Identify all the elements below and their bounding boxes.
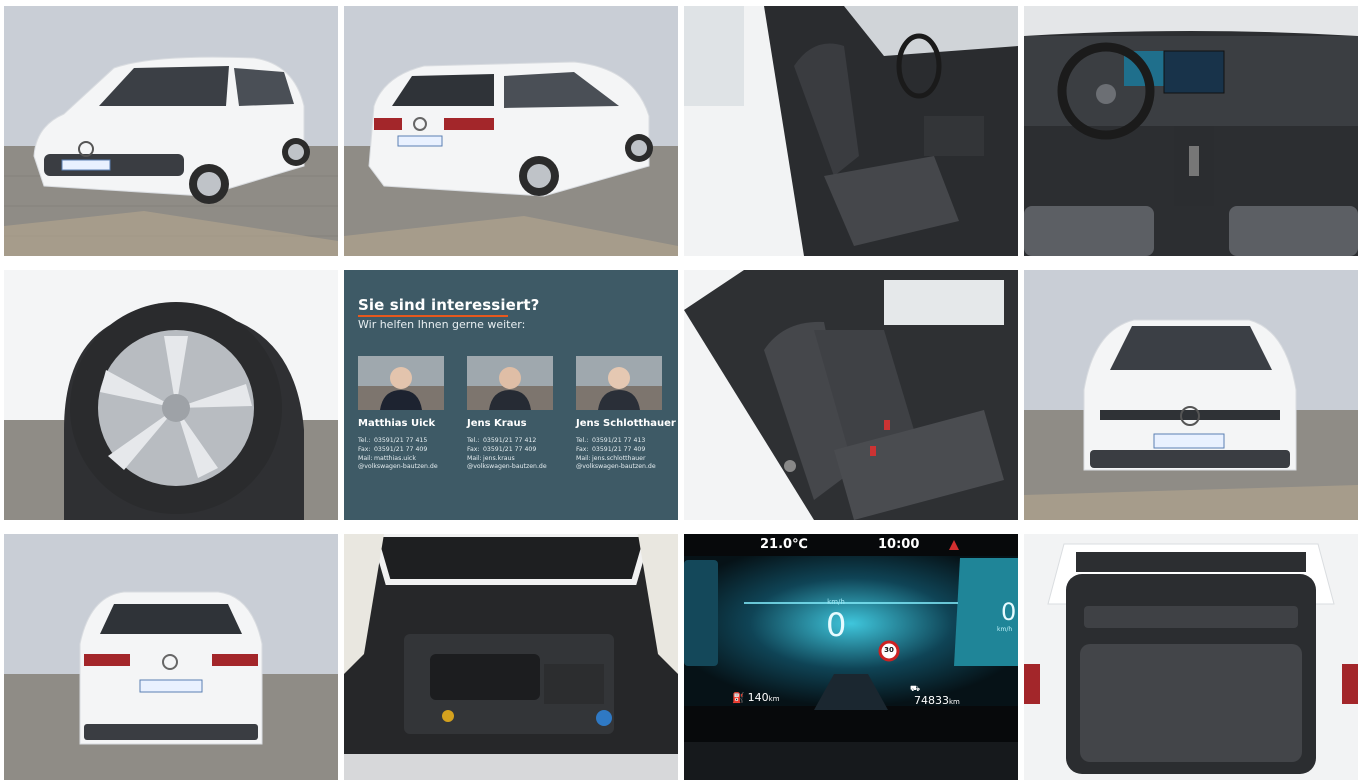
gallery-photo-front-three-quarter[interactable] xyxy=(4,6,338,256)
person-fax: 03591/21 77 409 xyxy=(374,445,428,453)
person-fax: 03591/21 77 409 xyxy=(592,445,646,453)
gallery-photo-front-view[interactable] xyxy=(1024,270,1358,520)
rear-seats-image xyxy=(684,270,1018,520)
person-contact-details: Tel.: 03591/21 77 412 Fax: 03591/21 77 409… xyxy=(467,437,563,472)
contact-card-subheading: Wir helfen Ihnen gerne weiter: xyxy=(358,318,526,331)
person-name: Matthias Uick xyxy=(358,418,436,429)
person-contact-details: Tel.: 03591/21 77 415 Fax: 03591/21 77 409… xyxy=(358,437,454,472)
wheel-rim-image xyxy=(4,270,338,520)
gallery-photo-driver-seat[interactable] xyxy=(684,6,1018,256)
digital-cockpit-image xyxy=(684,534,1018,780)
engine-bay-image xyxy=(344,534,678,780)
gallery-photo-rear-view[interactable] xyxy=(4,534,338,780)
contact-card-heading: Sie sind interessiert? xyxy=(358,296,540,314)
person-avatar-icon xyxy=(576,356,662,410)
gallery-photo-wheel[interactable] xyxy=(4,270,338,520)
contact-person: Matthias Uick Tel.: 03591/21 77 415 Fax: 0… xyxy=(358,356,454,472)
person-email[interactable]: matthias.uick xyxy=(374,455,416,462)
driver-seat-image xyxy=(684,6,1018,256)
trunk-image xyxy=(1024,534,1358,780)
person-email-domain[interactable]: @volkswagen-bautzen.de xyxy=(576,463,672,472)
car-rear-three-quarter-image xyxy=(344,6,678,256)
person-phone[interactable]: 03591/21 77 413 xyxy=(592,437,645,444)
person-phone[interactable]: 03591/21 77 415 xyxy=(374,437,427,444)
car-front-view-image xyxy=(1024,270,1358,520)
car-front-three-quarter-image xyxy=(4,6,338,256)
photo-gallery: Sie sind interessiert? Wir helfen Ihnen … xyxy=(0,0,1365,780)
gallery-photo-digital-cockpit[interactable] xyxy=(684,534,1018,780)
person-fax: 03591/21 77 409 xyxy=(483,445,537,453)
car-rear-view-image xyxy=(4,534,338,780)
person-phone[interactable]: 03591/21 77 412 xyxy=(483,437,536,444)
dashboard-interior-image xyxy=(1024,6,1358,256)
contact-card: Sie sind interessiert? Wir helfen Ihnen … xyxy=(344,270,678,520)
person-email-domain[interactable]: @volkswagen-bautzen.de xyxy=(467,463,563,472)
person-email[interactable]: jens.kraus xyxy=(483,455,515,462)
person-contact-details: Tel.: 03591/21 77 413 Fax: 03591/21 77 409… xyxy=(576,437,672,472)
gallery-photo-rear-three-quarter[interactable] xyxy=(344,6,678,256)
person-photo xyxy=(358,356,444,410)
gallery-photo-dashboard[interactable] xyxy=(1024,6,1358,256)
person-name: Jens Schlotthauer xyxy=(576,418,676,429)
person-email-domain[interactable]: @volkswagen-bautzen.de xyxy=(358,463,454,472)
gallery-photo-rear-seats[interactable] xyxy=(684,270,1018,520)
person-email[interactable]: jens.schlotthauer xyxy=(592,455,646,462)
person-photo xyxy=(576,356,662,410)
heading-underline xyxy=(358,315,508,317)
contact-person: Jens Schlotthauer Tel.: 03591/21 77 413 F… xyxy=(576,356,676,472)
contact-person: Jens Kraus Tel.: 03591/21 77 412 Fax: 0359… xyxy=(467,356,563,472)
person-avatar-icon xyxy=(467,356,553,410)
gallery-photo-engine-bay[interactable] xyxy=(344,534,678,780)
person-name: Jens Kraus xyxy=(467,418,527,429)
person-avatar-icon xyxy=(358,356,444,410)
gallery-photo-trunk[interactable] xyxy=(1024,534,1358,780)
person-photo xyxy=(467,356,553,410)
